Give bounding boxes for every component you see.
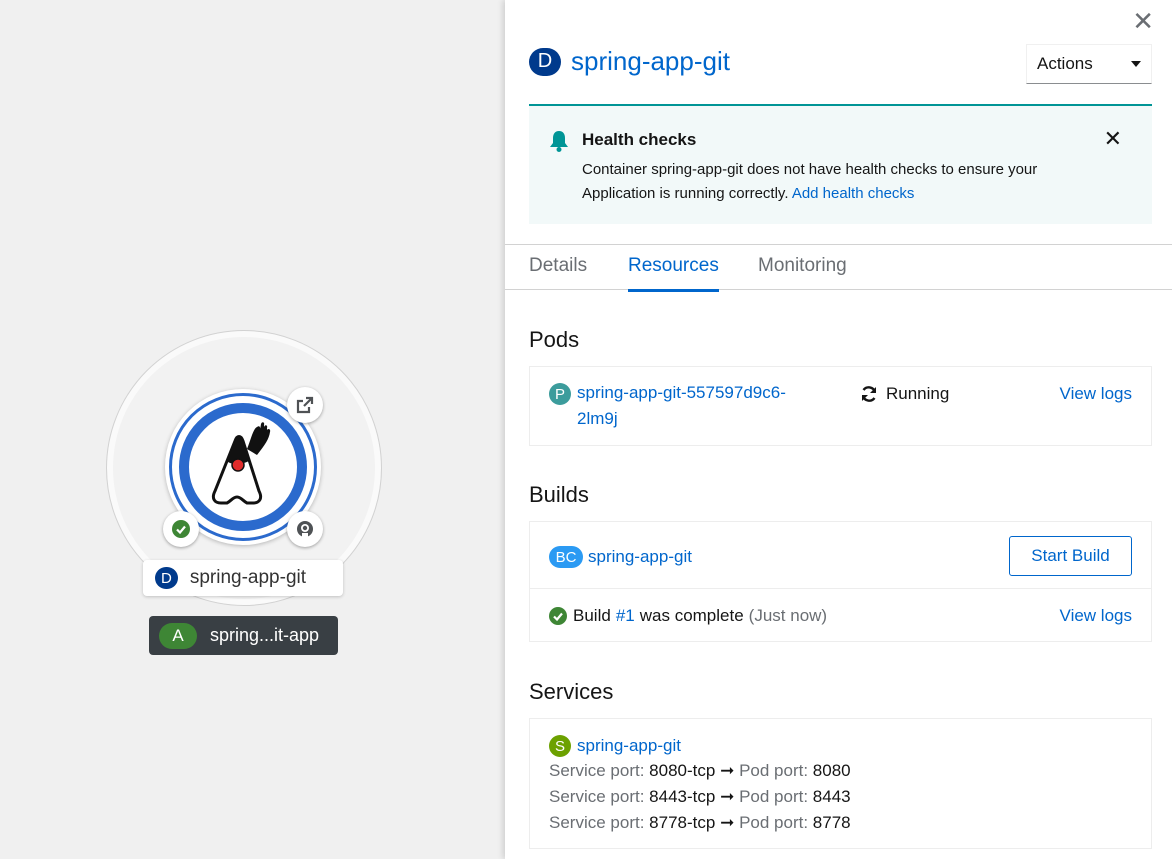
open-url-icon[interactable] [287, 387, 323, 423]
arrow-right-icon: ➞ [720, 761, 735, 780]
pods-card: P spring-app-git-557597d9c6- 2lm9j Runni… [529, 366, 1152, 446]
service-port-line: Service port: 8778-tcp ➞ Pod port: 8778 [549, 813, 851, 833]
service-port-label: Service port: [549, 813, 645, 832]
service-port-value: 8778-tcp [649, 813, 716, 832]
pod-name-line2: 2lm9j [577, 409, 618, 428]
build-number-link[interactable]: #1 [616, 606, 635, 626]
application-label-text: spring...it-app [210, 625, 320, 645]
build-row: Build #1 was complete (Just now) [549, 606, 827, 626]
pod-view-logs-link[interactable]: View logs [1060, 384, 1132, 404]
service-port-line: Service port: 8080-tcp ➞ Pod port: 8080 [549, 761, 851, 781]
service-port-line: Service port: 8443-tcp ➞ Pod port: 8443 [549, 787, 851, 807]
service-name-link[interactable]: spring-app-git [577, 736, 681, 756]
build-suffix: was complete [639, 606, 744, 625]
build-prefix: Build [573, 606, 611, 625]
service-port-value: 8080-tcp [649, 761, 716, 780]
arrow-right-icon: ➞ [720, 813, 735, 832]
tab-bar: Details Resources Monitoring [505, 244, 1172, 292]
node-label-text: spring-app-git [189, 567, 307, 588]
topology-canvas[interactable]: D spring-app-git A spring...it-app [0, 0, 505, 859]
build-view-logs-link[interactable]: View logs [1060, 606, 1132, 626]
pod-port-value: 8080 [812, 761, 851, 780]
tab-resources[interactable]: Resources [628, 255, 719, 292]
pod-port-value: 8778 [812, 813, 851, 832]
pod-port-label: Pod port: [739, 813, 809, 832]
node-label[interactable]: D spring-app-git [143, 560, 343, 596]
pod-status-text: Running [886, 384, 950, 403]
service-row: S spring-app-git [549, 735, 681, 757]
builds-heading: Builds [529, 482, 589, 507]
tab-details[interactable]: Details [529, 255, 587, 289]
service-port-label: Service port: [549, 787, 645, 806]
deployment-badge: D [155, 567, 178, 589]
check-circle-icon [549, 607, 567, 625]
pod-port-label: Pod port: [739, 761, 809, 780]
pod-port-label: Pod port: [739, 787, 809, 806]
pod-status: Running [860, 384, 949, 404]
alert-close-icon[interactable]: ✕ [1104, 126, 1122, 152]
pod-port-value: 8443 [812, 787, 851, 806]
java-duke-icon [211, 422, 271, 505]
pod-name-line1: spring-app-git-557597d9c6- [577, 383, 786, 402]
build-status-check-icon[interactable] [163, 511, 199, 547]
alert-title: Health checks [582, 130, 697, 149]
close-icon[interactable]: ✕ [1132, 6, 1154, 37]
services-card: S spring-app-git Service port: 8080-tcp … [529, 718, 1152, 849]
service-port-value: 8443-tcp [649, 787, 716, 806]
pod-row: P spring-app-git-557597d9c6- 2lm9j [549, 383, 786, 432]
sync-icon [861, 386, 877, 402]
builds-card: BC spring-app-git Start Build Build #1 w… [529, 521, 1152, 642]
pod-name-link[interactable]: spring-app-git-557597d9c6- 2lm9j [577, 380, 786, 432]
start-build-button[interactable]: Start Build [1009, 536, 1132, 576]
application-label[interactable]: A spring...it-app [149, 616, 338, 655]
application-badge: A [159, 622, 197, 649]
pods-heading: Pods [529, 327, 580, 352]
services-heading: Services [529, 679, 614, 704]
buildconfig-row: BC spring-app-git [549, 546, 692, 568]
buildconfig-badge: BC [549, 546, 583, 568]
caret-down-icon [1131, 61, 1141, 67]
github-icon[interactable] [287, 511, 323, 547]
buildconfig-name-link[interactable]: spring-app-git [588, 547, 692, 567]
service-badge: S [549, 735, 571, 757]
add-health-checks-link[interactable]: Add health checks [792, 185, 915, 202]
actions-dropdown[interactable]: Actions [1026, 44, 1152, 84]
arrow-right-icon: ➞ [720, 787, 735, 806]
resource-name-link[interactable]: spring-app-git [571, 46, 730, 77]
alert-body: Container spring-app-git does not have h… [582, 158, 1102, 206]
service-port-label: Service port: [549, 761, 645, 780]
pod-badge: P [549, 383, 571, 405]
tab-monitoring[interactable]: Monitoring [758, 255, 847, 289]
bell-icon [550, 131, 568, 152]
deployment-badge: D [529, 47, 561, 76]
panel-title: D spring-app-git [529, 46, 730, 77]
health-checks-alert: Health checks Container spring-app-git d… [529, 104, 1152, 224]
actions-label: Actions [1037, 54, 1093, 73]
side-panel: ✕ D spring-app-git Actions Health checks… [505, 0, 1172, 859]
divider [530, 588, 1151, 589]
build-time: (Just now) [748, 606, 828, 625]
